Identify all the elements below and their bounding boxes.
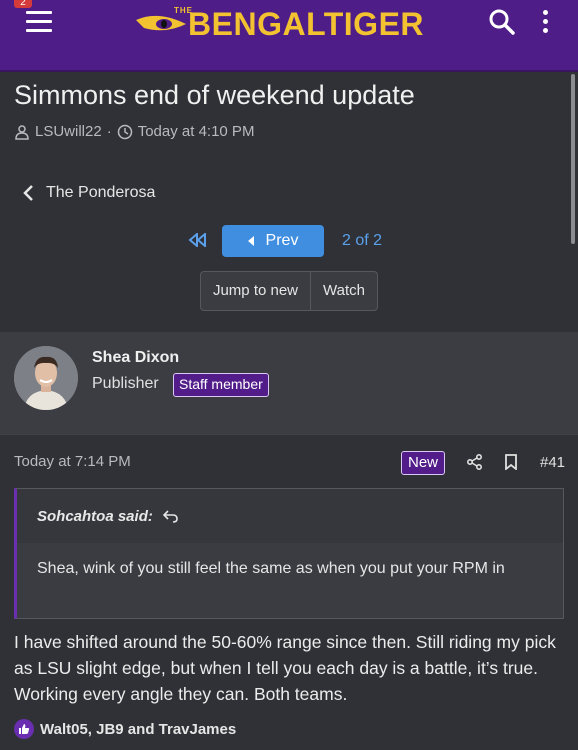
post-user-header: Shea Dixon Publisher Staff member xyxy=(0,332,578,434)
post-author-name[interactable]: Shea Dixon xyxy=(92,349,179,367)
post-number[interactable]: #41 xyxy=(540,454,565,471)
meta-separator: · xyxy=(106,123,112,140)
forum-name: The Ponderosa xyxy=(46,184,156,201)
user-icon xyxy=(15,124,29,140)
reply-arrow-icon xyxy=(162,510,178,523)
quote-block: Sohcahtoa said: Shea, wink of you still … xyxy=(14,488,564,619)
staff-badge: Staff member xyxy=(173,373,269,397)
scrollbar[interactable] xyxy=(571,74,575,244)
page-indicator[interactable]: 2 of 2 xyxy=(342,232,382,250)
bookmark-icon[interactable] xyxy=(504,454,518,470)
forum-breadcrumb-link[interactable]: The Ponderosa xyxy=(22,184,155,202)
post-content: Today at 7:14 PM New #41 Sohcahtoa said:… xyxy=(0,434,578,750)
quote-text: Shea, wink of you still feel the same as… xyxy=(37,560,505,577)
quote-header[interactable]: Sohcahtoa said: xyxy=(17,489,563,543)
quote-author: Sohcahtoa said: xyxy=(37,507,153,525)
notification-badge[interactable]: 2 xyxy=(14,0,32,8)
more-options-icon[interactable] xyxy=(541,10,551,36)
prev-page-button[interactable]: Prev xyxy=(222,225,324,257)
thread-title: Simmons end of weekend update xyxy=(14,80,415,110)
chevron-left-icon xyxy=(23,185,33,201)
share-icon[interactable] xyxy=(466,453,484,471)
clock-icon xyxy=(117,124,132,139)
thread-author[interactable]: LSUwill22 xyxy=(35,123,102,140)
header-divider xyxy=(0,70,578,72)
logo-wordmark: BENGALTIGER xyxy=(188,6,425,42)
post-timestamp[interactable]: Today at 7:14 PM xyxy=(14,453,131,470)
first-page-icon[interactable] xyxy=(188,233,208,247)
menu-icon[interactable] xyxy=(26,11,54,33)
reaction-users: Walt05, JB9 and TravJames xyxy=(40,720,237,738)
thread-meta: LSUwill22 · Today at 4:10 PM xyxy=(14,123,254,140)
user-title: Publisher xyxy=(92,375,159,392)
thread-timestamp[interactable]: Today at 4:10 PM xyxy=(138,123,255,140)
avatar[interactable] xyxy=(14,346,78,410)
tiger-eye-icon xyxy=(136,15,186,31)
top-navigation-bar: 2 THE BENGALTIGER xyxy=(0,0,578,70)
watch-button[interactable]: Watch xyxy=(311,272,377,310)
thread-actions: Jump to new Watch xyxy=(200,271,378,311)
caret-left-icon xyxy=(247,236,254,246)
post-message: I have shifted around the 50-60% range s… xyxy=(14,632,556,704)
prev-label: Prev xyxy=(265,232,299,249)
jump-to-new-button[interactable]: Jump to new xyxy=(201,272,311,310)
pagination: Prev 2 of 2 xyxy=(0,225,578,257)
search-icon[interactable] xyxy=(488,8,516,36)
reaction-bar[interactable]: Walt05, JB9 and TravJames xyxy=(14,719,236,739)
like-icon xyxy=(14,719,34,739)
new-badge: New xyxy=(401,451,446,475)
site-logo[interactable]: THE BENGALTIGER xyxy=(136,4,424,44)
